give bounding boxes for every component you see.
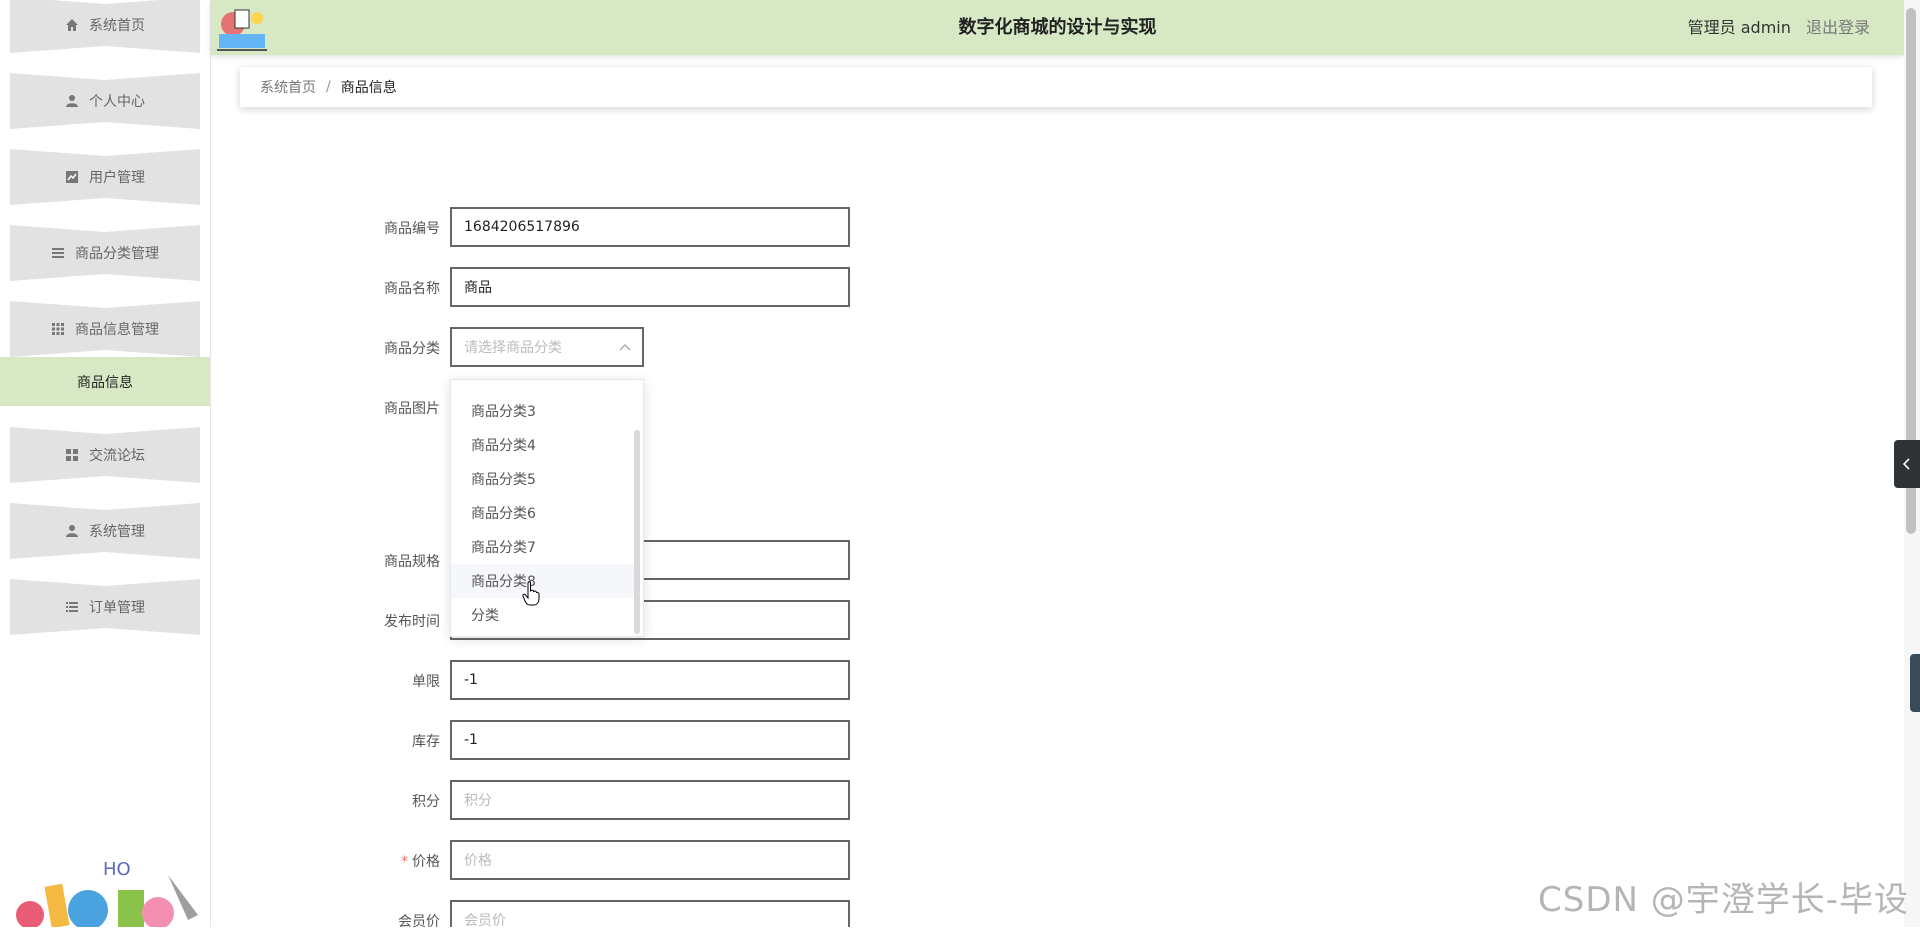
side-panel-toggle[interactable] <box>1894 440 1920 488</box>
hand-cursor-icon <box>522 581 540 606</box>
sidebar-item-label: 系统首页 <box>89 18 145 34</box>
sidebar-item-label: 订单管理 <box>89 600 145 616</box>
sidebar-item-users[interactable]: 用户管理 <box>10 149 200 205</box>
stock-value: -1 <box>464 732 478 748</box>
name-label: 商品名称 <box>384 281 440 297</box>
user-name: 管理员 admin <box>1687 18 1791 37</box>
limit-value: -1 <box>464 672 478 688</box>
decorative-illustration: HO <box>16 859 198 927</box>
dropdown-option[interactable]: 商品分类4 <box>451 428 637 462</box>
member-price-field[interactable]: 会员价 <box>450 900 850 929</box>
app-title: 数字化商城的设计与实现 <box>958 17 1157 38</box>
dropdown-scrollbar[interactable] <box>634 430 640 634</box>
member-price-placeholder: 会员价 <box>464 913 506 929</box>
sidebar-subitem-product-info[interactable]: 商品信息 <box>0 357 210 406</box>
code-field[interactable]: 1684206517896 <box>450 207 850 247</box>
sidebar-item-label: 用户管理 <box>89 170 145 186</box>
breadcrumb-home[interactable]: 系统首页 <box>260 77 316 97</box>
spec-label: 商品规格 <box>384 554 440 570</box>
sidebar-item-profile[interactable]: 个人中心 <box>10 73 200 129</box>
dropdown-option[interactable]: 商品分类5 <box>451 462 637 496</box>
grid-icon <box>51 322 65 336</box>
sidebar-subitem-label: 商品信息 <box>77 374 133 391</box>
home-icon <box>65 18 79 32</box>
chevron-left-icon <box>1902 458 1910 470</box>
required-marker: * <box>401 854 408 870</box>
sidebar-item-product-mgmt[interactable]: 商品信息管理 <box>10 301 200 357</box>
chevron-up-icon <box>619 344 631 351</box>
dropdown-option[interactable]: 商品分类7 <box>451 530 637 564</box>
name-field[interactable]: 商品 <box>450 267 850 307</box>
stock-field[interactable]: -1 <box>450 720 850 760</box>
price-placeholder: 价格 <box>464 853 492 869</box>
list-icon <box>65 600 79 614</box>
apps-icon <box>65 448 79 462</box>
sidebar-item-label: 商品分类管理 <box>75 246 159 262</box>
chart-icon <box>65 170 79 184</box>
stock-label: 库存 <box>412 734 440 750</box>
name-value: 商品 <box>464 280 492 296</box>
sidebar-item-home[interactable]: 系统首页 <box>10 0 200 53</box>
dropdown-option-hovered[interactable]: 商品分类8 <box>451 564 637 598</box>
sidebar-item-label: 商品信息管理 <box>75 322 159 338</box>
category-select[interactable]: 请选择商品分类 <box>450 327 644 367</box>
breadcrumb: 系统首页 / 商品信息 <box>240 67 1872 107</box>
user-icon <box>65 524 79 538</box>
sidebar: 系统首页 个人中心 用户管理 商品分类管理 商品信息管理 商品信息 交流论坛 系… <box>0 0 211 927</box>
dropdown-option[interactable]: 商品分类3 <box>451 394 637 428</box>
code-value: 1684206517896 <box>464 219 580 235</box>
dropdown-option[interactable]: 分类 <box>451 598 637 632</box>
limit-label: 单限 <box>412 674 440 690</box>
floating-widget[interactable] <box>1910 654 1920 712</box>
limit-field[interactable]: -1 <box>450 660 850 700</box>
svg-text:HO: HO <box>103 859 131 880</box>
points-field[interactable]: 积分 <box>450 780 850 820</box>
price-field[interactable]: 价格 <box>450 840 850 880</box>
sidebar-item-category-mgmt[interactable]: 商品分类管理 <box>10 225 200 281</box>
category-label: 商品分类 <box>384 341 440 357</box>
list-icon <box>51 246 65 260</box>
price-label-text: 价格 <box>412 854 440 870</box>
user-area: 管理员 admin 退出登录 <box>1688 0 1870 55</box>
sidebar-item-label: 个人中心 <box>89 94 145 110</box>
sidebar-item-system[interactable]: 系统管理 <box>10 503 200 559</box>
user-icon <box>65 94 79 108</box>
code-label: 商品编号 <box>384 221 440 237</box>
category-dropdown: 商品分类3 商品分类4 商品分类5 商品分类6 商品分类7 商品分类8 分类 <box>450 379 644 637</box>
logout-link[interactable]: 退出登录 <box>1806 18 1870 37</box>
breadcrumb-current: 商品信息 <box>340 80 397 96</box>
member-price-label: 会员价 <box>398 914 440 930</box>
breadcrumb-separator: / <box>326 79 331 95</box>
sidebar-item-label: 系统管理 <box>89 524 145 540</box>
sidebar-item-label: 交流论坛 <box>89 448 145 464</box>
watermark: CSDN @宇澄学长-毕设 <box>1538 880 1910 920</box>
top-header: 数字化商城的设计与实现 管理员 admin 退出登录 <box>211 0 1904 55</box>
points-label: 积分 <box>412 794 440 810</box>
publish-time-label: 发布时间 <box>384 614 440 630</box>
sidebar-item-forum[interactable]: 交流论坛 <box>10 427 200 483</box>
price-label: * 价格 <box>340 851 440 871</box>
category-placeholder: 请选择商品分类 <box>464 340 562 356</box>
app-logo <box>217 9 267 51</box>
dropdown-option[interactable]: 商品分类6 <box>451 496 637 530</box>
points-placeholder: 积分 <box>464 793 492 809</box>
sidebar-item-orders[interactable]: 订单管理 <box>10 579 200 635</box>
image-label: 商品图片 <box>384 401 440 417</box>
